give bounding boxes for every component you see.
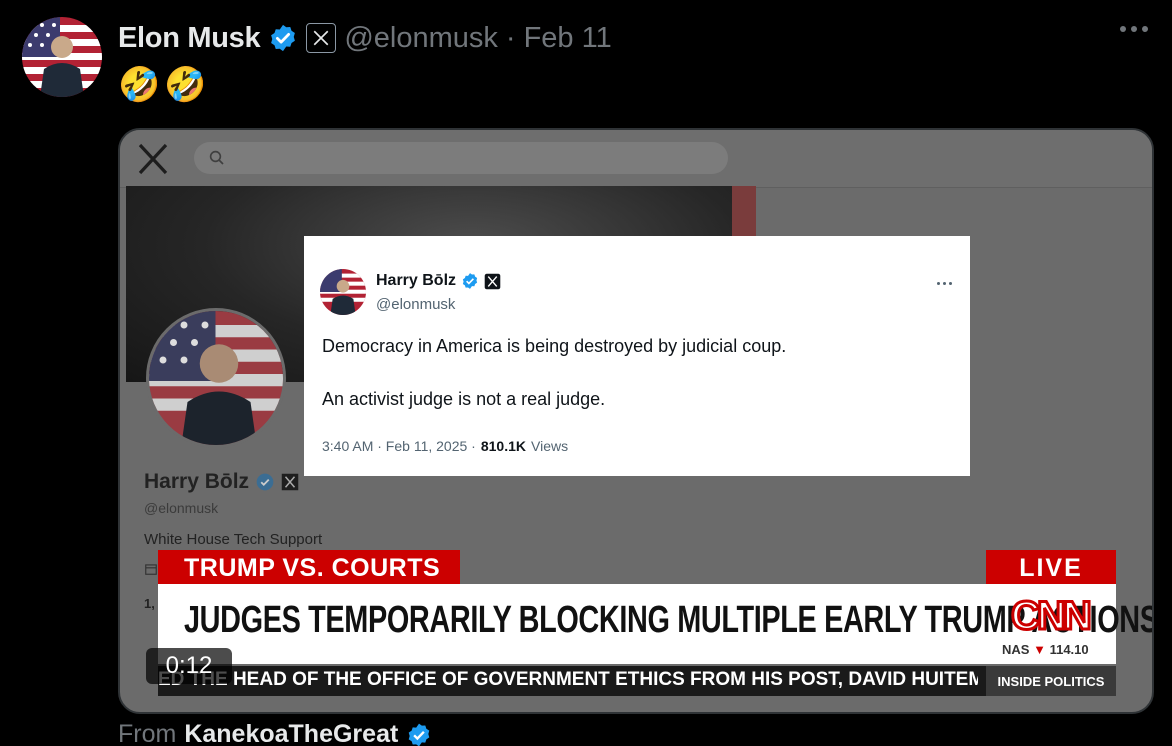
video-search-bar [194,142,728,174]
search-icon [209,150,224,165]
video-source: From KanekoaTheGreat [118,720,432,746]
x-affiliate-icon [484,273,501,289]
embedded-views-label: Views [531,438,569,454]
verified-icon [409,723,430,746]
embedded-more-icon [937,282,952,285]
separator-dot: · [505,21,516,54]
rofl-emoji-1: 🤣 [118,66,161,104]
post-header: Elon Musk @elonmusk · Feb 11 [118,18,612,58]
embedded-tweet: Harry Bōlz @elonmusk Democracy in Americ… [304,236,970,476]
verified-icon [271,24,296,52]
market-value: 114.10 [1049,642,1089,657]
post-date[interactable]: Feb 11 [524,22,612,55]
embedded-views-count: 810.1K [480,438,526,454]
x-affiliate-icon [306,23,337,53]
cnn-news-ticker: ED THE HEAD OF THE OFFICE OF GOVERNMENT … [158,666,1116,696]
x-affiliate-icon [281,473,299,491]
rofl-emoji-2: 🤣 [164,66,207,104]
verified-icon [256,473,274,491]
profile-bio: White House Tech Support [144,531,323,548]
cnn-logo-text: CNN [1011,594,1090,637]
verified-icon [462,273,478,289]
author-avatar[interactable] [22,17,102,97]
cnn-headline: JUDGES TEMPORARILY BLOCKING MULTIPLE EAR… [184,598,1154,641]
profile-name-text: Harry Bōlz [144,470,250,493]
market-ticker: NAS ▼ 114.10 [1002,642,1089,657]
video-x-topbar [120,130,1152,188]
cnn-show-name: INSIDE POLITICS [986,666,1116,696]
profile-name: Harry Bōlz [144,470,299,494]
cnn-topic-banner: TRUMP VS. COURTS [158,550,461,586]
post-text: 🤣 🤣 [118,66,207,104]
author-name[interactable]: Elon Musk [118,22,261,55]
profile-handle: @elonmusk [144,500,219,516]
banner-edge [732,186,756,236]
x-logo-icon [138,143,168,175]
source-label: From [118,720,177,746]
market-name: NAS [1002,642,1030,657]
more-options-icon[interactable] [1120,26,1148,32]
profile-avatar [146,308,286,448]
embedded-author: Harry Bōlz [376,272,501,290]
embedded-meta: 3:40 AM · Feb 11, 2025 · 810.1K Views [322,438,568,454]
cnn-live-badge: LIVE [986,550,1116,586]
embedded-text-line-1: Democracy in America is being destroyed … [322,336,787,356]
embedded-avatar [320,269,366,315]
video-timestamp: 0:12 [146,648,232,684]
video-player[interactable]: Harry Bōlz @elonmusk White House Tech Su… [118,128,1154,714]
embedded-timestamp: 3:40 AM · Feb 11, 2025 · [322,438,476,454]
source-account-link[interactable]: KanekoaTheGreat [184,720,398,746]
author-handle[interactable]: @elonmusk [344,22,498,55]
calendar-icon [144,562,158,579]
ticker-text: ED THE HEAD OF THE OFFICE OF GOVERNMENT … [158,669,978,690]
embedded-text-line-2: An activist judge is not a real judge. [322,389,606,409]
embedded-handle: @elonmusk [376,296,456,313]
cnn-logo: CNN [1000,590,1100,638]
down-arrow-icon: ▼ [1033,642,1046,657]
profile-follow-count: 1, [144,596,155,611]
embedded-author-name: Harry Bōlz [376,272,457,289]
